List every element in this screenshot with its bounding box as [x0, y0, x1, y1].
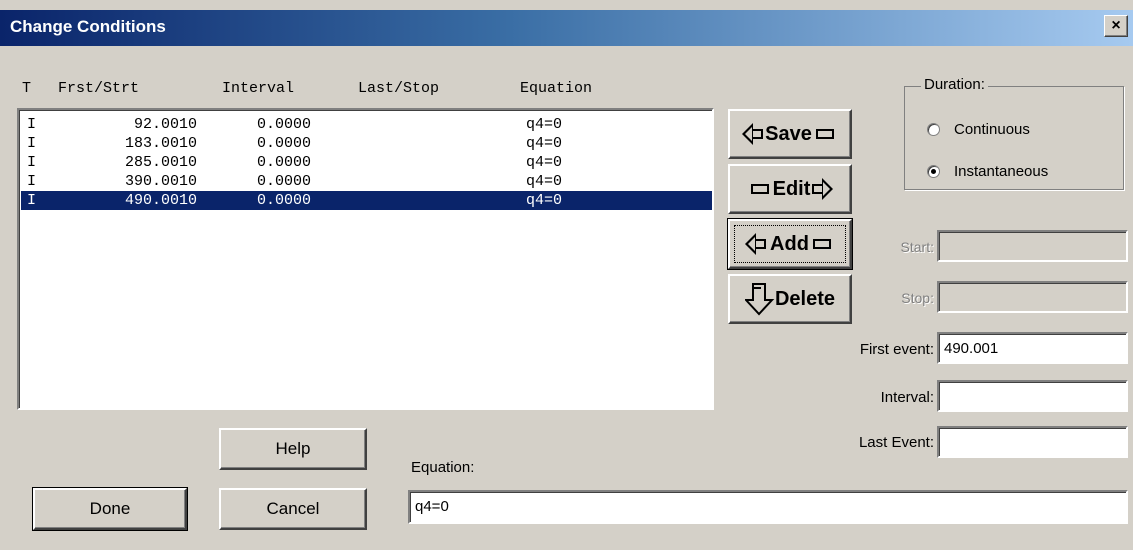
row-equation: q4=0: [526, 154, 563, 171]
row-type: I: [27, 154, 37, 171]
row-equation: q4=0: [526, 173, 563, 190]
stop-field[interactable]: [937, 281, 1128, 313]
add-label: Add: [770, 232, 809, 255]
edit-label: Edit: [772, 177, 811, 200]
interval-label: Interval:: [880, 389, 934, 406]
duration-group: Duration: Continuous Instantaneous: [904, 76, 1124, 190]
equation-field[interactable]: q4=0: [408, 490, 1128, 524]
close-button[interactable]: ×: [1104, 15, 1128, 37]
list-row[interactable]: I 390.0010 0.0000 q4=0: [21, 172, 712, 191]
edit-button[interactable]: Edit: [728, 164, 852, 214]
list-row[interactable]: I 92.0010 0.0000 q4=0: [21, 115, 712, 134]
last-event-label: Last Event:: [858, 434, 934, 451]
row-interval: 0.0000: [256, 135, 311, 152]
list-row[interactable]: I 285.0010 0.0000 q4=0: [21, 153, 712, 172]
row-equation: q4=0: [526, 135, 563, 152]
delete-label: Delete: [774, 287, 836, 310]
row-first: 490.0010: [124, 192, 197, 209]
list-row-selected[interactable]: I 490.0010 0.0000 q4=0: [21, 191, 712, 210]
done-button[interactable]: Done: [32, 487, 188, 531]
row-interval: 0.0000: [256, 154, 311, 171]
left-arrow-icon: [745, 233, 757, 255]
interval-field[interactable]: [937, 380, 1128, 412]
equation-label: Equation:: [411, 459, 475, 476]
radio-instantaneous[interactable]: Instantaneous: [927, 163, 1048, 180]
save-button[interactable]: Save: [728, 109, 852, 159]
cancel-button[interactable]: Cancel: [219, 488, 367, 530]
row-interval: 0.0000: [256, 192, 311, 209]
column-header-equation: Equation: [520, 80, 593, 97]
right-arrow-icon: [822, 178, 834, 200]
column-header-first: Frst/Strt: [58, 80, 140, 97]
column-header-last: Last/Stop: [358, 80, 440, 97]
save-label: Save: [765, 122, 812, 145]
row-type: I: [27, 173, 37, 190]
row-first: 285.0010: [124, 154, 197, 171]
first-event-label: First event:: [859, 341, 934, 358]
row-type: I: [27, 192, 37, 209]
delete-arrow-icon: [744, 283, 775, 316]
title-bar: Change Conditions ×: [0, 10, 1133, 46]
first-event-field[interactable]: 490.001: [937, 332, 1128, 364]
row-first: 390.0010: [124, 173, 197, 190]
row-equation: q4=0: [526, 116, 563, 133]
row-equation: q4=0: [526, 192, 563, 209]
radio-label: Continuous: [954, 121, 1030, 138]
window-title: Change Conditions: [10, 17, 166, 36]
row-first: 183.0010: [124, 135, 197, 152]
left-arrow-icon: [742, 123, 754, 145]
add-button[interactable]: Add: [727, 218, 853, 270]
column-header-t: T: [22, 80, 32, 97]
radio-continuous[interactable]: Continuous: [927, 121, 1030, 138]
stop-label: Stop:: [901, 290, 934, 306]
delete-button[interactable]: Delete: [728, 274, 852, 324]
record-icon: [750, 184, 769, 194]
radio-icon: [927, 123, 940, 136]
start-label: Start:: [900, 239, 934, 255]
record-icon: [812, 239, 831, 249]
radio-label: Instantaneous: [954, 163, 1049, 180]
last-event-field[interactable]: [937, 426, 1128, 458]
row-interval: 0.0000: [256, 173, 311, 190]
row-first: 92.0010: [133, 116, 197, 133]
row-interval: 0.0000: [256, 116, 311, 133]
list-row[interactable]: I 183.0010 0.0000 q4=0: [21, 134, 712, 153]
radio-checked-icon: [927, 165, 940, 178]
arrow-shaft-icon: [754, 239, 767, 249]
duration-legend: Duration:: [921, 76, 988, 93]
start-field[interactable]: [937, 230, 1128, 262]
help-button[interactable]: Help: [219, 428, 367, 470]
column-header-interval: Interval: [222, 80, 295, 97]
row-type: I: [27, 116, 37, 133]
conditions-list[interactable]: I 92.0010 0.0000 q4=0 I 183.0010 0.0000 …: [17, 108, 714, 410]
record-icon: [815, 129, 834, 139]
row-type: I: [27, 135, 37, 152]
